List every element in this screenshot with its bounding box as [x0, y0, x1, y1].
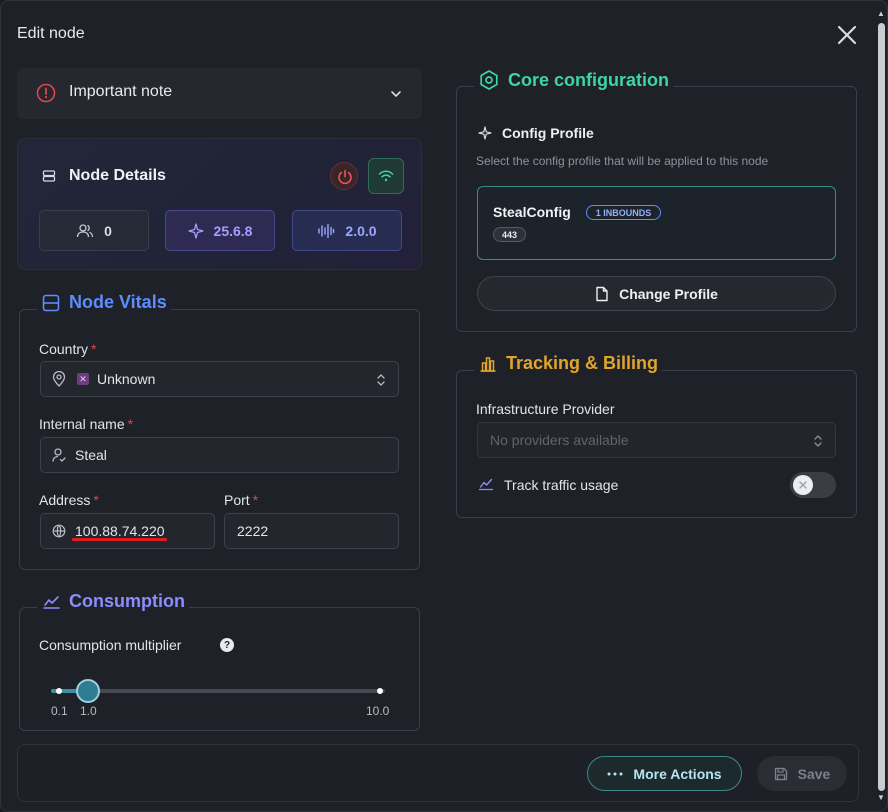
multiplier-slider-track[interactable] [51, 689, 385, 693]
users-count: 0 [104, 222, 112, 239]
sparkle-icon [478, 126, 492, 145]
chart-line-icon [43, 595, 60, 609]
tracking-billing-title: Tracking & Billing [506, 353, 659, 373]
modal-title: Edit node [17, 25, 85, 42]
scroll-down-arrow-icon[interactable]: ▼ [877, 793, 885, 802]
server-stack-icon [42, 294, 60, 311]
config-profile-label: Config Profile [502, 125, 594, 141]
consumption-title: Consumption [69, 591, 185, 611]
change-profile-button[interactable]: Change Profile [477, 276, 836, 311]
floppy-icon [774, 767, 787, 780]
port-badge: 443 [493, 227, 526, 242]
power-icon [338, 169, 352, 185]
consumption-legend: Consumption [37, 591, 189, 612]
node-vitals-title: Node Vitals [69, 292, 167, 312]
scrollbar[interactable]: ▲ ▼ [876, 9, 886, 805]
server-icon [42, 169, 56, 188]
bar-chart-icon [480, 356, 496, 372]
selected-profile-card[interactable] [477, 186, 836, 260]
slider-min-label: 0.1 [51, 704, 68, 718]
internal-name-label: Internal name * [39, 416, 134, 432]
dots-icon [607, 772, 623, 775]
edit-node-modal: Edit node ▲ ▼ Important note Node Detail… [0, 0, 888, 812]
node-version: 2.0.0 [345, 222, 377, 239]
important-note-label: Important note [69, 83, 173, 100]
node-version-stat: 2.0.0 [292, 210, 402, 251]
wifi-icon [378, 170, 394, 182]
save-label: Save [797, 765, 831, 782]
globe-icon [52, 524, 66, 538]
inbounds-badge: 1 INBOUNDS [586, 205, 661, 220]
slider-value-label: 1.0 [80, 704, 97, 718]
node-details-card: Node Details 0 25.6.8 2.0.0 [17, 138, 422, 270]
scroll-up-arrow-icon[interactable]: ▲ [877, 9, 885, 18]
port-value: 2222 [237, 523, 269, 539]
close-icon[interactable] [835, 23, 859, 47]
tracking-billing-legend: Tracking & Billing [474, 353, 663, 374]
help-icon[interactable]: ? [220, 638, 234, 652]
port-label: Port * [224, 492, 259, 508]
slider-mark-min [56, 688, 62, 694]
user-check-icon [52, 447, 66, 463]
consumption-multiplier-label: Consumption multiplier [39, 637, 182, 653]
info-circle-icon [36, 83, 56, 108]
hexagon-gear-icon [480, 70, 498, 90]
provider-label: Infrastructure Provider [476, 401, 615, 417]
more-actions-label: More Actions [633, 765, 722, 782]
xray-version: 25.6.8 [213, 222, 253, 239]
core-configuration-title: Core configuration [508, 69, 669, 90]
node-details-title: Node Details [69, 167, 166, 184]
users-icon [76, 223, 94, 237]
more-actions-button[interactable]: More Actions [587, 756, 742, 791]
country-label: Country * [39, 341, 97, 357]
address-input[interactable]: 100.88.74.220 [40, 513, 215, 549]
select-arrows-icon [376, 373, 386, 390]
slider-mark-max [377, 688, 383, 694]
slider-max-label: 10.0 [366, 704, 390, 718]
country-select[interactable]: ✕ Unknown [40, 361, 399, 397]
provider-placeholder: No providers available [490, 432, 629, 448]
select-arrows-icon [813, 434, 823, 451]
xray-version-stat: 25.6.8 [165, 210, 275, 251]
save-button[interactable]: Save [757, 756, 847, 791]
track-traffic-label: Track traffic usage [504, 477, 619, 493]
map-pin-icon [52, 371, 66, 387]
connection-button[interactable] [368, 158, 404, 194]
important-note-accordion[interactable]: Important note [17, 68, 422, 119]
change-profile-label: Change Profile [619, 285, 718, 302]
port-input[interactable]: 2222 [224, 513, 399, 549]
scroll-thumb[interactable] [878, 23, 885, 791]
toggle-off-icon [793, 475, 813, 495]
country-value: Unknown [97, 371, 156, 387]
users-count-stat: 0 [39, 210, 149, 251]
multiplier-slider-thumb[interactable] [76, 679, 100, 703]
internal-name-input[interactable]: Steal [40, 437, 399, 473]
node-vitals-legend: Node Vitals [37, 292, 171, 313]
unknown-flag-icon: ✕ [77, 373, 89, 385]
power-button[interactable] [330, 162, 358, 190]
address-underline-annotation [72, 538, 167, 541]
core-configuration-legend: Core configuration [474, 69, 673, 91]
file-icon [596, 286, 608, 301]
address-value: 100.88.74.220 [75, 523, 165, 539]
provider-select[interactable]: No providers available [477, 422, 836, 458]
chart-line-icon [478, 477, 494, 496]
config-profile-hint: Select the config profile that will be a… [476, 154, 769, 168]
signal-icon [318, 223, 335, 238]
internal-name-value: Steal [75, 447, 107, 463]
chevron-down-icon [389, 87, 403, 106]
sparkle-icon [187, 222, 204, 239]
address-label: Address * [39, 492, 99, 508]
profile-name: StealConfig [493, 204, 571, 220]
track-traffic-toggle[interactable] [790, 472, 836, 498]
